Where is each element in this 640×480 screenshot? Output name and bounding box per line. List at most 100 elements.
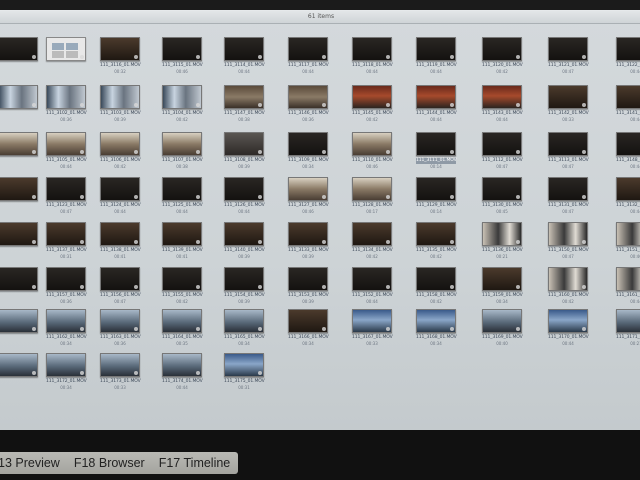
clip-thumbnail[interactable] [0, 309, 38, 333]
clip-item[interactable]: 111_3140_01.MOV 00:39 [224, 222, 265, 259]
clip-thumbnail[interactable] [548, 177, 588, 201]
clip-item[interactable]: 111_3165_01.MOV 00:34 [224, 309, 265, 346]
clip-item[interactable]: 111_3151_01.MOV00:46 [616, 222, 640, 259]
clip-thumbnail[interactable] [616, 267, 640, 291]
clip-thumbnail[interactable] [288, 309, 328, 333]
clip-item[interactable]: 111_3110_01.MOV 00:46 [352, 132, 393, 169]
clip-item[interactable]: 111_3139_01.MOV 00:41 [162, 222, 203, 259]
clip-thumbnail[interactable] [162, 177, 202, 201]
clip-item[interactable] [0, 85, 38, 111]
clip-thumbnail[interactable] [416, 132, 456, 156]
clip-item[interactable]: 111_3129_01.MOV 00:14 [416, 177, 457, 214]
clip-thumbnail[interactable] [224, 85, 264, 109]
clip-thumbnail[interactable] [100, 132, 140, 156]
clip-item[interactable] [0, 267, 38, 293]
clip-item[interactable]: 111_3124_01.MOV 00:44 [100, 177, 141, 214]
clip-item[interactable]: 111_3128_01.MOV 00:17 [352, 177, 393, 214]
clip-thumbnail[interactable] [100, 309, 140, 333]
clip-item[interactable]: 111_3164_01.MOV 00:35 [162, 309, 203, 346]
clip-thumbnail[interactable] [224, 222, 264, 246]
clip-thumbnail[interactable] [548, 85, 588, 109]
clip-thumbnail[interactable] [46, 85, 86, 109]
shortcut-preview[interactable]: 13 Preview [0, 456, 60, 470]
clip-item[interactable]: 111_3175_01.MOV 00:31 [224, 353, 265, 390]
clip-thumbnail[interactable] [288, 37, 328, 61]
clip-thumbnail[interactable] [548, 132, 588, 156]
clip-thumbnail[interactable] [288, 132, 328, 156]
clip-thumbnail[interactable] [100, 353, 140, 377]
clip-item[interactable] [0, 37, 38, 63]
clip-thumbnail[interactable] [416, 222, 456, 246]
clip-item[interactable]: 111_3121_01.MOV 00:47 [548, 37, 589, 74]
clip-item[interactable]: 111_3113_01.MOV 00:47 [548, 132, 589, 169]
clip-thumbnail[interactable] [616, 132, 640, 156]
clip-item[interactable]: 111_3170_01.MOV 00:44 [548, 309, 589, 346]
clip-item[interactable] [0, 353, 38, 379]
clip-thumbnail[interactable] [0, 85, 38, 109]
shortcut-browser[interactable]: F18 Browser [74, 456, 145, 470]
clip-thumbnail[interactable] [482, 37, 522, 61]
clip-item[interactable]: 111_3168_01.MOV 00:34 [416, 309, 457, 346]
clip-item[interactable]: 111_3154_01.MOV 00:39 [224, 267, 265, 304]
clip-thumbnail[interactable] [0, 222, 38, 246]
clip-item[interactable]: 111_3119_01.MOV 00:44 [416, 37, 457, 74]
clip-thumbnail[interactable] [482, 132, 522, 156]
clip-thumbnail[interactable] [224, 353, 264, 377]
clip-thumbnail[interactable] [548, 222, 588, 246]
clip-item[interactable]: 111_3142_01.MOV 00:33 [548, 85, 589, 122]
clip-item[interactable]: 111_3166_01.MOV 00:34 [288, 309, 329, 346]
clip-item[interactable]: 111_3106_01.MOV 00:42 [100, 132, 141, 169]
clip-thumbnail[interactable] [352, 267, 392, 291]
clip-thumbnail[interactable] [0, 132, 38, 156]
clip-thumbnail[interactable] [100, 85, 140, 109]
clip-item[interactable]: 111_3127_01.MOV 00:46 [288, 177, 329, 214]
clip-item[interactable]: 111_3115_01.MOV 00:46 [162, 37, 203, 74]
clip-thumbnail[interactable] [224, 37, 264, 61]
clip-item[interactable]: 111_3162_01.MOV 00:34 [46, 309, 87, 346]
clip-item[interactable]: 111_3103_01.MOV 00:39 [100, 85, 141, 122]
clip-item[interactable]: 111_3160_01.MOV 00:42 [548, 267, 589, 304]
clip-item[interactable]: 111_3146_01.MOV 00:36 [288, 85, 329, 122]
clip-thumbnail[interactable] [162, 132, 202, 156]
clip-item[interactable]: 111_3131_01.MOV 00:47 [548, 177, 589, 214]
clip-item[interactable]: 111_3133_01.MOV 00:39 [288, 222, 329, 259]
clip-thumbnail[interactable] [352, 37, 392, 61]
clip-thumbnail[interactable] [0, 37, 38, 61]
clip-thumbnail[interactable] [100, 177, 140, 201]
clip-thumbnail[interactable] [224, 267, 264, 291]
clip-thumbnail[interactable] [482, 85, 522, 109]
clip-thumbnail[interactable] [162, 309, 202, 333]
clip-item[interactable]: 111_3155_01.MOV 00:42 [162, 267, 203, 304]
clip-thumbnail[interactable] [0, 353, 38, 377]
clip-item[interactable]: 111_3125_01.MOV 00:44 [162, 177, 203, 214]
clip-item[interactable] [46, 37, 86, 63]
clip-item[interactable]: 111_3123_01.MOV 00:47 [46, 177, 87, 214]
clip-thumbnail[interactable] [616, 222, 640, 246]
clip-item[interactable]: 111_3148_01.MOV00:44 [616, 132, 640, 169]
clip-thumbnail[interactable] [0, 267, 38, 291]
clip-thumbnail[interactable] [352, 309, 392, 333]
clip-item[interactable]: 111_3143_01.MOV 00:44 [482, 85, 523, 122]
clip-thumbnail[interactable] [482, 177, 522, 201]
clip-thumbnail[interactable] [162, 353, 202, 377]
clip-item[interactable] [0, 177, 38, 203]
clip-item[interactable]: 111_3173_01.MOV 00:33 [100, 353, 141, 390]
clip-item[interactable]: 111_3105_01.MOV 00:44 [46, 132, 87, 169]
clip-item[interactable]: 111_3132_01.MOV00:44 [616, 177, 640, 214]
clip-item[interactable] [0, 132, 38, 158]
clip-item[interactable]: 111_3104_01.MOV 00:42 [162, 85, 203, 122]
clip-thumbnail[interactable] [0, 177, 38, 201]
clip-thumbnail[interactable] [616, 177, 640, 201]
clip-thumbnail[interactable] [416, 177, 456, 201]
clip-item[interactable]: 111_3114_01.MOV 00:44 [224, 37, 265, 74]
clip-item[interactable]: 111_3116_01.MOV 00:32 [100, 37, 141, 74]
clip-item[interactable]: 111_3111_01.MOV 00:14 [416, 132, 457, 169]
clip-thumbnail[interactable] [352, 85, 392, 109]
clip-item[interactable]: 111_3138_01.MOV 00:41 [100, 222, 141, 259]
clip-item[interactable]: 111_3158_01.MOV 00:42 [416, 267, 457, 304]
clip-item[interactable]: 111_3118_01.MOV 00:44 [352, 37, 393, 74]
clip-item[interactable]: 111_3161_01.MOV00:44 [616, 267, 640, 304]
clip-thumbnail[interactable] [46, 177, 86, 201]
clip-thumbnail[interactable] [482, 222, 522, 246]
clip-thumbnail[interactable] [288, 267, 328, 291]
